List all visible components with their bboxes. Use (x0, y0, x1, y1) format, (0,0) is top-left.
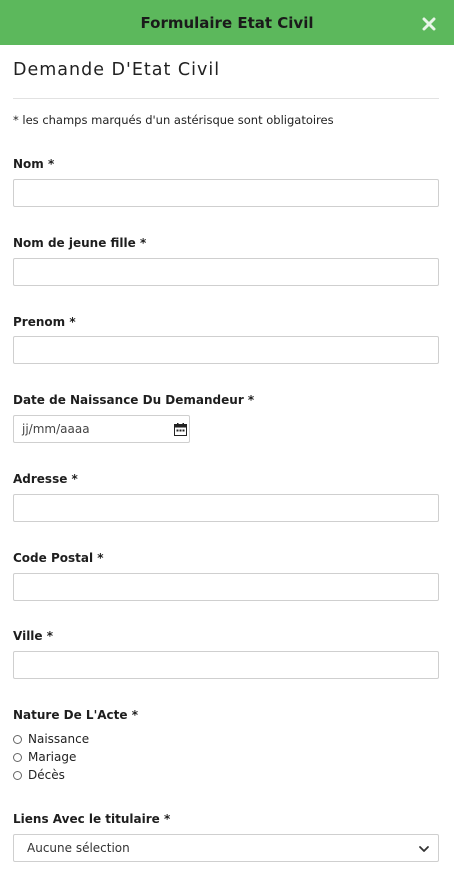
radio-button[interactable] (13, 770, 22, 780)
radio-label-naissance: Naissance (28, 732, 90, 746)
nom-jeune-fille-input[interactable] (13, 258, 439, 286)
close-icon[interactable] (422, 17, 436, 31)
liens-titulaire-label: Liens Avec le titulaire * (13, 812, 171, 826)
radio-label-mariage: Mariage (28, 750, 77, 764)
date-naissance-input[interactable]: jj/mm/aaaa (13, 415, 190, 443)
date-naissance-label: Date de Naissance Du Demandeur * (13, 393, 255, 407)
ville-input[interactable] (13, 651, 439, 679)
liens-titulaire-select[interactable]: Aucune sélection (13, 834, 439, 862)
select-value: Aucune sélection (27, 841, 130, 855)
code-postal-input[interactable] (13, 573, 439, 601)
nom-label: Nom * (13, 157, 55, 171)
adresse-input[interactable] (13, 494, 439, 522)
radio-deces[interactable]: Décès (13, 768, 65, 782)
calendar-icon[interactable] (174, 423, 187, 436)
adresse-label: Adresse * (13, 472, 78, 486)
form-title: Demande D'Etat Civil (13, 60, 221, 80)
nom-jeune-fille-label: Nom de jeune fille * (13, 236, 147, 250)
required-note: * les champs marqués d'un astérisque son… (13, 113, 334, 127)
radio-button[interactable] (13, 752, 22, 762)
date-placeholder: jj/mm/aaaa (22, 422, 90, 436)
radio-mariage[interactable]: Mariage (13, 750, 76, 764)
nature-acte-label: Nature De L'Acte * (13, 708, 138, 722)
prenom-label: Prenom * (13, 315, 76, 329)
title-divider (13, 98, 439, 99)
nom-input[interactable] (13, 179, 439, 207)
radio-button[interactable] (13, 734, 22, 744)
chevron-down-icon (419, 846, 429, 852)
prenom-input[interactable] (13, 336, 439, 364)
radio-label-deces: Décès (28, 768, 65, 782)
code-postal-label: Code Postal * (13, 551, 104, 565)
ville-label: Ville * (13, 629, 54, 643)
modal-header: Formulaire Etat Civil (0, 0, 454, 45)
radio-naissance[interactable]: Naissance (13, 732, 89, 746)
modal-title: Formulaire Etat Civil (140, 13, 314, 32)
